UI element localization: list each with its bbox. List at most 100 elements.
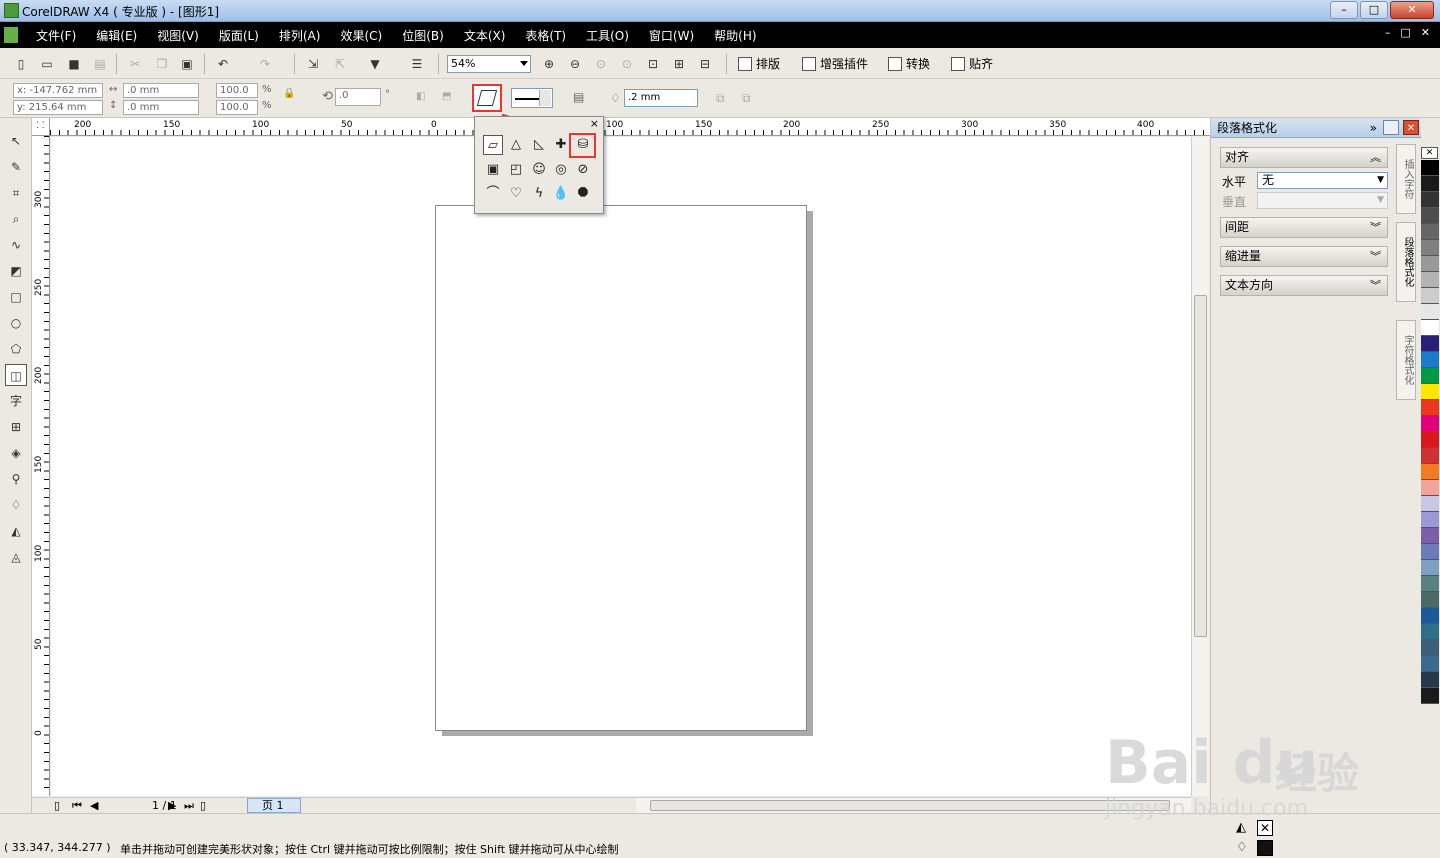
- color-swatch[interactable]: [1421, 624, 1439, 640]
- doc-restore-icon[interactable]: □: [1400, 26, 1410, 39]
- color-swatch[interactable]: [1421, 208, 1439, 224]
- indent-section[interactable]: 缩进量 ︾: [1220, 246, 1388, 267]
- to-front-icon[interactable]: ⧉: [716, 91, 725, 106]
- frame-icon[interactable]: ▣: [483, 160, 503, 180]
- lock-ratio-icon[interactable]: 🔒: [283, 88, 295, 99]
- layout-button[interactable]: 排版: [738, 55, 780, 72]
- character-format-tab[interactable]: 字符格式化: [1396, 320, 1416, 400]
- color-swatch[interactable]: [1421, 576, 1439, 592]
- arc-icon[interactable]: ⌒: [483, 184, 503, 204]
- color-swatch[interactable]: [1421, 224, 1439, 240]
- outline-style-select[interactable]: [511, 88, 553, 108]
- right-triangle-icon[interactable]: ◺: [529, 135, 549, 155]
- application-launcher-icon[interactable]: ▼: [368, 57, 382, 71]
- table-tool-icon[interactable]: ⊞: [5, 416, 27, 438]
- parallelogram-icon[interactable]: ▱: [483, 135, 503, 155]
- zoom-tool-icon[interactable]: ⌕: [5, 208, 27, 230]
- page-tab[interactable]: 页 1: [247, 798, 301, 813]
- export-icon[interactable]: ⇱: [333, 57, 347, 71]
- ellipse-tool-icon[interactable]: ○: [5, 312, 27, 334]
- close-button[interactable]: ✕: [1390, 1, 1434, 19]
- fill-tool-icon[interactable]: ◭: [5, 520, 27, 542]
- color-swatch[interactable]: [1421, 272, 1439, 288]
- color-swatch[interactable]: [1421, 320, 1439, 336]
- maximize-button[interactable]: □: [1360, 1, 1388, 19]
- vertical-align-select[interactable]: ▼: [1257, 192, 1388, 209]
- spacing-section[interactable]: 间距 ︾: [1220, 217, 1388, 238]
- shape-tool-icon[interactable]: ✎: [5, 156, 27, 178]
- color-swatch[interactable]: [1421, 688, 1439, 704]
- save-icon[interactable]: ■: [67, 57, 81, 71]
- width-field[interactable]: .0 mm: [123, 83, 199, 98]
- menu-item[interactable]: 文本(X): [464, 27, 506, 44]
- zoom-selected-icon[interactable]: ⊙: [594, 57, 608, 71]
- to-back-icon[interactable]: ⧉: [742, 91, 751, 106]
- color-swatch[interactable]: [1421, 288, 1439, 304]
- drawing-page[interactable]: [435, 205, 807, 731]
- scroll-thumb[interactable]: [1194, 295, 1207, 637]
- zoom-page-icon[interactable]: ⊡: [646, 57, 660, 71]
- color-swatch[interactable]: [1421, 448, 1439, 464]
- scroll-thumb[interactable]: [650, 800, 1170, 811]
- first-page-icon[interactable]: ⏮: [72, 799, 82, 813]
- minimize-button[interactable]: –: [1330, 1, 1358, 19]
- ruler-origin[interactable]: ⸬: [32, 118, 50, 136]
- menu-item[interactable]: 工具(O): [586, 27, 629, 44]
- color-swatch[interactable]: [1421, 160, 1439, 176]
- heart-icon[interactable]: ♡: [506, 184, 526, 204]
- color-swatch[interactable]: [1421, 384, 1439, 400]
- wrap-text-icon[interactable]: ▤: [573, 90, 584, 104]
- zoom-in-icon[interactable]: ⊕: [542, 57, 556, 71]
- color-swatch[interactable]: [1421, 560, 1439, 576]
- lightning-icon[interactable]: ϟ: [529, 184, 549, 204]
- color-swatch[interactable]: [1421, 256, 1439, 272]
- print-icon[interactable]: ▤: [93, 57, 107, 71]
- interactive-fill-tool-icon[interactable]: ◬: [5, 546, 27, 568]
- outline-color-swatch[interactable]: [1257, 840, 1273, 856]
- smart-fill-tool-icon[interactable]: ◩: [5, 260, 27, 282]
- import-icon[interactable]: ⇲: [306, 57, 320, 71]
- outline-width-select[interactable]: .2 mm: [624, 89, 698, 107]
- color-swatch[interactable]: [1421, 464, 1439, 480]
- color-swatch[interactable]: [1421, 592, 1439, 608]
- scale-x-field[interactable]: 100.0: [216, 83, 258, 98]
- paste-icon[interactable]: ▣: [180, 57, 194, 71]
- color-swatch[interactable]: [1421, 400, 1439, 416]
- blend-tool-icon[interactable]: ◈: [5, 442, 27, 464]
- outline-indicator-icon[interactable]: ♢: [1236, 840, 1252, 856]
- add-page-icon[interactable]: ▯: [54, 799, 60, 812]
- color-swatch[interactable]: [1421, 608, 1439, 624]
- menu-item[interactable]: 帮助(H): [714, 27, 756, 44]
- text-tool-icon[interactable]: 字: [5, 390, 27, 412]
- vertical-scrollbar[interactable]: [1191, 137, 1209, 796]
- color-swatch[interactable]: [1421, 352, 1439, 368]
- color-swatch[interactable]: [1421, 544, 1439, 560]
- color-swatch[interactable]: [1421, 416, 1439, 432]
- menu-item[interactable]: 视图(V): [157, 27, 199, 44]
- menu-item[interactable]: 窗口(W): [649, 27, 694, 44]
- flyout-close-icon[interactable]: ×: [590, 117, 599, 130]
- rotation-angle-field[interactable]: .0: [335, 88, 381, 106]
- color-swatch[interactable]: [1421, 176, 1439, 192]
- doc-close-icon[interactable]: ✕: [1421, 26, 1430, 39]
- add-page-after-icon[interactable]: ▯: [200, 799, 206, 812]
- menu-item[interactable]: 效果(C): [340, 27, 382, 44]
- color-swatch[interactable]: [1421, 192, 1439, 208]
- paragraph-format-tab[interactable]: 段落格式化: [1396, 222, 1416, 302]
- folded-corner-icon[interactable]: ◰: [506, 160, 526, 180]
- zoom-all-icon[interactable]: ⊙: [620, 57, 634, 71]
- no-symbol-icon[interactable]: ⊘: [573, 160, 593, 180]
- zoom-height-icon[interactable]: ⊟: [698, 57, 712, 71]
- polygon-tool-icon[interactable]: ⬠: [5, 338, 27, 360]
- convert-button[interactable]: 转换: [888, 55, 930, 72]
- insert-character-tab[interactable]: 插入字符: [1396, 144, 1416, 214]
- cut-icon[interactable]: ✂: [128, 57, 142, 71]
- no-color-swatch[interactable]: ✕: [1421, 147, 1438, 159]
- zoom-width-icon[interactable]: ⊞: [672, 57, 686, 71]
- color-swatch[interactable]: [1421, 496, 1439, 512]
- align-section[interactable]: 对齐 ︽: [1220, 147, 1388, 168]
- menu-item[interactable]: 版面(L): [219, 27, 259, 44]
- color-swatch[interactable]: [1421, 432, 1439, 448]
- menu-item[interactable]: 表格(T): [525, 27, 566, 44]
- mirror-h-icon[interactable]: ◧: [416, 91, 425, 102]
